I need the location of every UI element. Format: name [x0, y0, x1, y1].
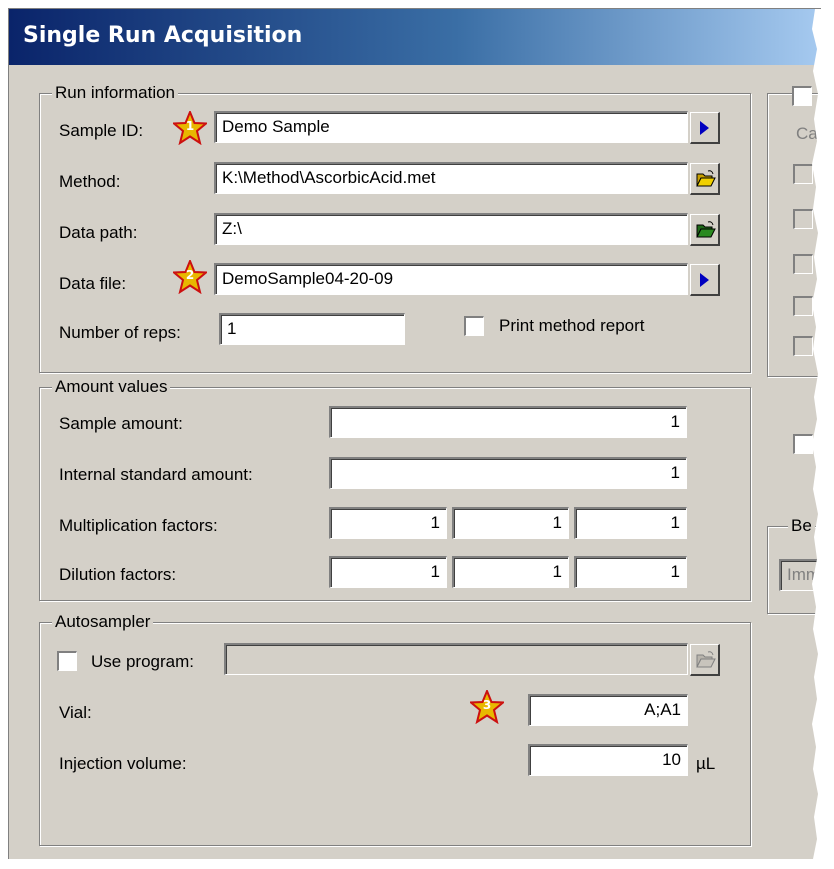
folder-open-icon — [696, 651, 716, 668]
star-marker-icon: 3 — [468, 688, 506, 725]
use-program-label: Use program: — [91, 652, 194, 671]
internal-standard-amount-input[interactable]: 1 — [329, 457, 687, 489]
run-information-legend: Run information — [52, 83, 179, 103]
dilution-factor-3-input[interactable]: 1 — [574, 556, 687, 588]
use-program-input[interactable] — [224, 643, 688, 675]
star-marker-icon: 2 — [171, 258, 209, 295]
use-program-checkbox[interactable] — [57, 651, 77, 671]
dilution-factor-2-input[interactable]: 1 — [452, 556, 569, 588]
multiplication-factor-1-input[interactable]: 1 — [329, 507, 447, 539]
method-input[interactable]: K:\Method\AscorbicAcid.met — [214, 162, 688, 194]
method-browse-button[interactable] — [690, 163, 720, 195]
multiplication-factor-2-input[interactable]: 1 — [452, 507, 569, 539]
sample-amount-label: Sample amount: — [59, 414, 183, 433]
star-marker-number: 1 — [185, 119, 195, 133]
print-method-report-label: Print method report — [499, 316, 645, 335]
torn-edge — [812, 9, 821, 859]
data-path-label: Data path: — [59, 223, 138, 242]
amount-values-legend: Amount values — [52, 377, 171, 397]
data-file-input[interactable]: DemoSample04-20-09 — [214, 263, 688, 295]
data-path-browse-button[interactable] — [690, 214, 720, 246]
window-title: Single Run Acquisition — [23, 23, 303, 48]
vial-input[interactable]: A;A1 — [528, 694, 688, 726]
vial-label: Vial: — [59, 703, 92, 722]
dilution-factor-1-input[interactable]: 1 — [329, 556, 447, 588]
injection-volume-unit: µL — [696, 754, 716, 773]
sample-amount-input[interactable]: 1 — [329, 406, 687, 438]
autosampler-legend: Autosampler — [52, 612, 154, 632]
title-bar: Single Run Acquisition — [9, 9, 821, 65]
injection-volume-input[interactable]: 10 — [528, 744, 688, 776]
folder-green-icon — [696, 221, 716, 238]
data-file-label: Data file: — [59, 274, 127, 293]
internal-standard-amount-label: Internal standard amount: — [59, 465, 253, 484]
number-of-reps-label: Number of reps: — [59, 323, 181, 342]
injection-volume-label: Injection volume: — [59, 754, 187, 773]
multiplication-factor-3-input[interactable]: 1 — [574, 507, 687, 539]
sample-id-arrow-button[interactable] — [690, 112, 720, 144]
number-of-reps-input[interactable]: 1 — [219, 313, 405, 345]
sample-id-input[interactable]: Demo Sample — [214, 111, 688, 143]
arrow-right-icon — [700, 273, 709, 287]
dilution-factors-label: Dilution factors: — [59, 565, 177, 584]
arrow-right-icon — [700, 121, 709, 135]
star-marker-icon: 1 — [171, 109, 209, 146]
print-method-report-checkbox[interactable] — [464, 316, 484, 336]
single-run-acquisition-dialog: Single Run Acquisition Run information S… — [8, 8, 821, 859]
data-file-arrow-button[interactable] — [690, 264, 720, 296]
data-path-input[interactable]: Z:\ — [214, 213, 688, 245]
folder-open-icon — [696, 170, 716, 187]
multiplication-factors-label: Multiplication factors: — [59, 516, 218, 535]
use-program-browse-button[interactable] — [690, 644, 720, 676]
star-marker-number: 3 — [482, 698, 492, 712]
method-label: Method: — [59, 172, 121, 191]
sample-id-label: Sample ID: — [59, 121, 144, 140]
star-marker-number: 2 — [185, 268, 195, 282]
